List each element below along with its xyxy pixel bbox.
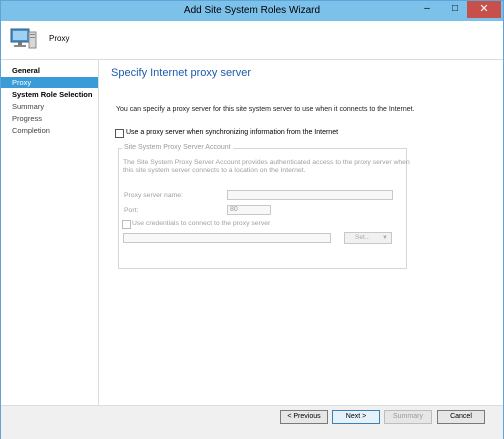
sidebar-item-system-role-selection[interactable]: System Role Selection <box>1 89 98 100</box>
sidebar-item-summary[interactable]: Summary <box>1 101 98 112</box>
use-proxy-checkbox[interactable] <box>115 129 124 138</box>
group-description-line2: this site system server connects to a lo… <box>123 167 306 174</box>
sidebar-item-general[interactable]: General <box>1 65 98 76</box>
use-credentials-checkbox[interactable] <box>122 220 131 229</box>
sidebar-item-proxy[interactable]: Proxy <box>1 77 98 88</box>
group-title: Site System Proxy Server Account <box>122 144 233 151</box>
previous-button[interactable]: < Previous <box>280 410 328 424</box>
summary-button[interactable]: Summary <box>384 410 432 424</box>
minimize-button[interactable]: – <box>413 1 441 18</box>
wizard-header: Proxy <box>1 21 503 60</box>
maximize-button[interactable]: □ <box>441 1 469 18</box>
wizard-window: Add Site System Roles Wizard – □ ✕ Proxy… <box>0 0 504 439</box>
group-description-line1: The Site System Proxy Server Account pro… <box>123 159 410 166</box>
proxy-name-label: Proxy server name: <box>124 192 183 199</box>
title-bar: Add Site System Roles Wizard – □ ✕ <box>1 1 503 21</box>
set-button-label: Set... <box>355 234 371 241</box>
next-button[interactable]: Next > <box>332 410 380 424</box>
account-field[interactable] <box>123 233 331 243</box>
page-description: You can specify a proxy server for this … <box>116 106 415 113</box>
proxy-name-input[interactable] <box>227 190 393 200</box>
wizard-sidebar: General Proxy System Role Selection Summ… <box>1 60 99 405</box>
use-credentials-label: Use credentials to connect to the proxy … <box>132 220 271 227</box>
port-input[interactable]: 80 <box>227 205 271 215</box>
close-button[interactable]: ✕ <box>467 1 501 18</box>
use-proxy-label: Use a proxy server when synchronizing in… <box>126 129 339 136</box>
page-title: Specify Internet proxy server <box>111 67 252 79</box>
set-account-button[interactable]: Set... ▼ <box>344 232 392 244</box>
port-label: Port: <box>124 207 139 214</box>
cancel-button[interactable]: Cancel <box>437 410 485 424</box>
header-label: Proxy <box>49 34 70 43</box>
computer-icon <box>10 28 37 49</box>
sidebar-item-progress[interactable]: Progress <box>1 113 98 124</box>
sidebar-item-completion[interactable]: Completion <box>1 125 98 136</box>
chevron-down-icon: ▼ <box>382 235 388 241</box>
